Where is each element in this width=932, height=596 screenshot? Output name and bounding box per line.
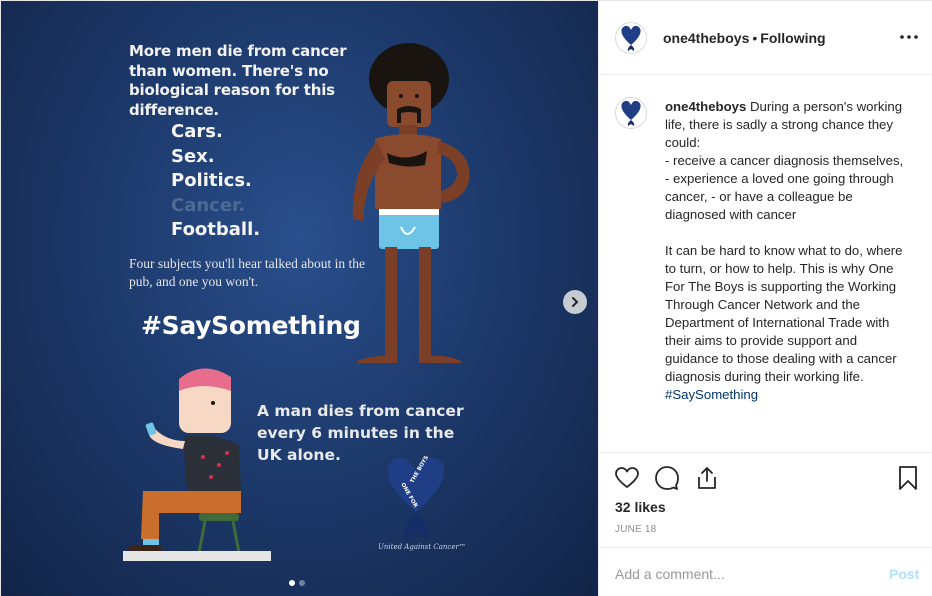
caption-paragraph-2: It can be hard to know what to do, where…	[665, 243, 907, 384]
topic-politics: Politics.	[171, 170, 252, 191]
topic-cars: Cars.	[171, 121, 223, 142]
save-button[interactable]	[895, 465, 921, 491]
comment-icon	[655, 466, 679, 490]
ribbon-avatar-icon	[621, 25, 641, 51]
caption-paragraph-1: one4theboys During a person's working li…	[665, 98, 913, 224]
post-side-panel: one4theboys • Following one4theboys During…	[598, 1, 932, 596]
post-date[interactable]: JUNE 18	[615, 524, 656, 535]
image-headline: More men die from cancer than women. The…	[129, 42, 347, 119]
caption-body-1: During a person's working life, there is…	[665, 99, 904, 222]
ribbon-avatar-icon	[621, 100, 641, 126]
post-comment-button[interactable]: Post	[889, 566, 919, 582]
post-header: one4theboys • Following	[599, 1, 932, 75]
header-separator: •	[752, 30, 758, 46]
avatar[interactable]	[615, 22, 647, 54]
caption-section: one4theboys During a person's working li…	[599, 76, 932, 452]
more-options-button[interactable]	[897, 25, 921, 49]
one-for-the-boys-ribbon-logo: ONE FOR THE BOYS	[388, 456, 444, 540]
image-hashtag: #SaySomething	[141, 311, 361, 340]
post-actions: 32 likes JUNE 18	[599, 452, 932, 547]
topic-football: Football.	[171, 219, 261, 240]
header-username-link[interactable]: one4theboys	[663, 30, 749, 46]
caption-avatar[interactable]	[615, 97, 647, 129]
sitting-man-illustration	[123, 368, 271, 561]
caption-text: one4theboys During a person's working li…	[665, 98, 913, 404]
standing-man-illustration	[352, 43, 470, 363]
share-button[interactable]	[694, 465, 720, 491]
post-image[interactable]: More men die from cancer than women. The…	[1, 1, 598, 596]
topic-cancer: Cancer.	[171, 194, 246, 216]
likes-count[interactable]: 32 likes	[615, 499, 666, 515]
comment-button[interactable]	[654, 465, 680, 491]
instagram-post: More men die from cancer than women. The…	[0, 0, 932, 596]
topic-sex: Sex.	[171, 145, 215, 167]
carousel-indicator	[289, 580, 305, 586]
following-button[interactable]: Following	[760, 30, 825, 46]
logo-caption: United Against Cancer™	[378, 543, 466, 551]
heart-icon	[615, 467, 639, 488]
image-topics-list: Cars. Sex. Politics. Cancer. Football.	[171, 120, 260, 243]
comment-input[interactable]	[615, 564, 875, 584]
carousel-dot-1	[289, 580, 295, 586]
add-comment-section: Post	[599, 547, 932, 596]
caption-hashtag-link[interactable]: #SaySomething	[665, 387, 758, 402]
carousel-next-button[interactable]	[563, 290, 587, 314]
caption-username-link[interactable]: one4theboys	[665, 99, 746, 114]
header-user-line: one4theboys • Following	[663, 30, 826, 46]
carousel-dot-2	[299, 580, 305, 586]
chevron-right-icon	[572, 297, 579, 307]
share-icon	[698, 467, 716, 489]
like-button[interactable]	[614, 465, 640, 491]
bookmark-icon	[899, 466, 917, 490]
more-horizontal-icon	[900, 35, 918, 39]
